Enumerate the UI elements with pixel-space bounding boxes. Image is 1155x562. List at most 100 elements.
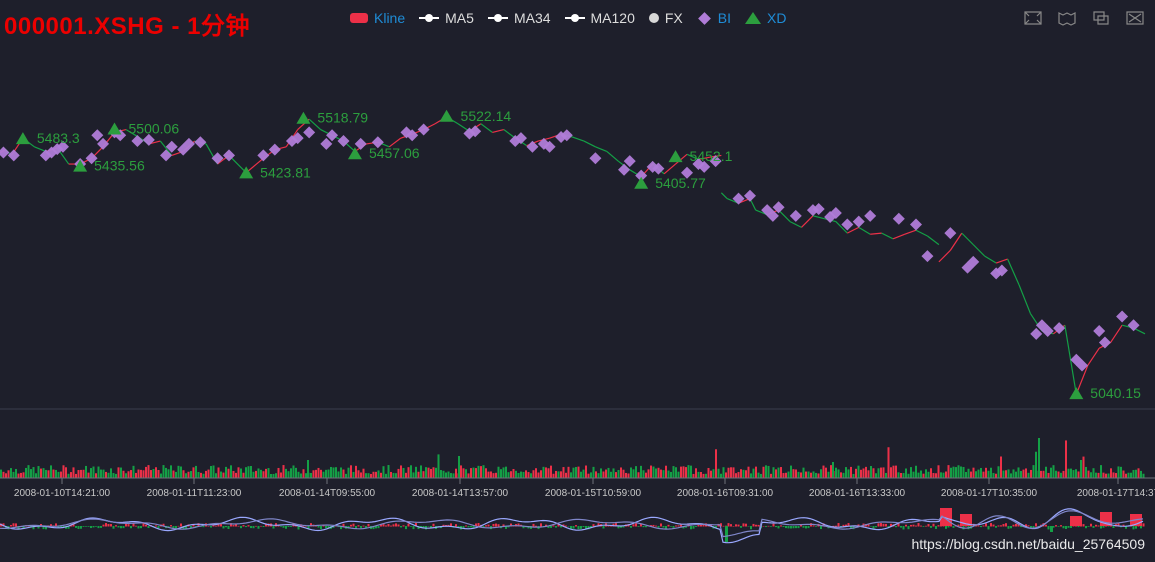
volume-bar — [252, 471, 255, 478]
volume-bar — [1127, 472, 1130, 478]
volume-bar — [1077, 471, 1080, 478]
volume-bar — [757, 472, 760, 478]
macd-bar — [1112, 526, 1115, 529]
volume-bar — [647, 469, 650, 478]
macd-bar — [575, 525, 577, 527]
macd-bar — [1030, 526, 1032, 528]
macd-bar — [802, 526, 805, 528]
price-line-segment — [606, 150, 619, 162]
volume-bar — [1117, 466, 1120, 478]
macd-bar — [102, 524, 105, 527]
volume-bar — [77, 470, 80, 478]
volume-bar — [775, 469, 777, 478]
macd-bar — [470, 526, 472, 528]
volume-bar — [977, 469, 980, 478]
volume-bar — [7, 470, 10, 478]
volume-bar — [40, 468, 42, 478]
volume-bar — [67, 473, 70, 478]
volume-bar — [177, 465, 180, 478]
volume-bar — [1110, 468, 1112, 478]
volume-bar — [920, 470, 922, 478]
macd-bar — [1142, 523, 1145, 527]
macd-bar — [1102, 526, 1105, 528]
volume-bar — [1045, 466, 1047, 478]
volume-bar — [47, 470, 50, 478]
volume-bar — [187, 471, 190, 478]
macd-bar — [977, 525, 980, 527]
volume-bar — [730, 467, 732, 478]
volume-bar — [375, 471, 377, 478]
macd-bar — [75, 526, 77, 528]
volume-bar — [862, 468, 865, 478]
volume-bar — [682, 466, 685, 478]
macd-bar — [410, 526, 412, 527]
volume-bar — [555, 470, 557, 478]
volume-bar — [872, 468, 875, 478]
volume-bar — [1038, 438, 1040, 478]
macd-bar — [487, 524, 490, 527]
volume-bar — [460, 465, 462, 478]
volume-bar — [217, 467, 220, 478]
x-axis-label: 2008-01-10T14:21:00 — [14, 488, 111, 499]
volume-bar — [820, 469, 822, 478]
macd-bar — [1132, 526, 1135, 530]
volume-bar — [1130, 472, 1132, 478]
xd-label: 5522.14 — [461, 108, 512, 124]
price-line-segment — [1087, 347, 1100, 366]
macd-bar — [900, 526, 902, 528]
volume-bar — [1067, 468, 1070, 478]
volume-bar — [572, 467, 575, 478]
macd-bar — [92, 526, 95, 528]
macd-bar — [207, 525, 210, 527]
volume-bar — [1012, 469, 1015, 478]
xd-label: 5483.3 — [37, 130, 80, 146]
macd-bar — [407, 523, 410, 527]
bi-marker — [1098, 336, 1111, 349]
price-line-segment — [583, 140, 596, 148]
volume-bar — [282, 465, 285, 478]
volume-bar — [340, 467, 342, 478]
macd-bar — [172, 526, 175, 528]
macd-bar — [1065, 526, 1067, 529]
price-line-segment — [1110, 324, 1123, 343]
volume-bar — [127, 471, 130, 478]
volume-bar — [2, 471, 5, 478]
volume-bar — [1097, 472, 1100, 478]
volume-bar — [72, 467, 75, 478]
x-axis-label: 2008-01-14T09:55:00 — [279, 488, 376, 499]
volume-bar — [1047, 472, 1050, 478]
macd-bar — [877, 523, 880, 527]
volume-bar — [437, 454, 440, 478]
volume-bar — [597, 473, 600, 478]
volume-bar — [62, 465, 65, 478]
macd-bar — [282, 526, 285, 528]
volume-bar — [870, 466, 872, 478]
macd-bar — [155, 525, 157, 527]
volume-bar — [300, 473, 302, 478]
volume-bar — [1082, 456, 1085, 478]
volume-bar — [202, 473, 205, 478]
volume-bar — [395, 473, 397, 478]
macd-bar — [750, 526, 752, 530]
macd-bar — [120, 526, 122, 529]
macd-bar — [982, 525, 985, 527]
volume-bar — [190, 471, 192, 478]
macd-bar — [1140, 526, 1142, 529]
macd-bar — [767, 525, 770, 527]
macd-bar — [157, 526, 160, 529]
volume-bar — [100, 469, 102, 478]
volume-bar — [1070, 468, 1072, 478]
volume-bar — [930, 468, 932, 478]
bi-marker — [1127, 319, 1140, 332]
volume-bar — [385, 473, 387, 478]
volume-bar — [205, 470, 207, 478]
bi-marker — [892, 212, 905, 225]
price-line-segment — [915, 229, 928, 237]
macd-bar — [907, 526, 910, 530]
volume-bar — [1025, 468, 1027, 478]
kline-chart[interactable]: 5483.3 5435.56 5500.06 5423.81 5518.79 5457.0… — [0, 0, 1155, 562]
volume-bar — [90, 468, 92, 478]
xd-label: 5518.79 — [317, 110, 368, 126]
volume-bar — [625, 472, 627, 478]
volume-bar — [452, 473, 455, 478]
